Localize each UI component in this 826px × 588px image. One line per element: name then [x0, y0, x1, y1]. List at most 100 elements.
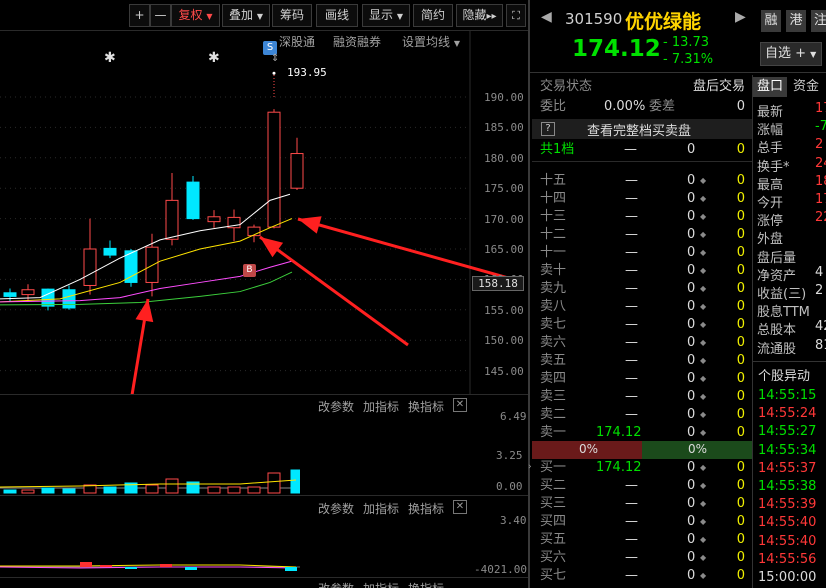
buy-level-row[interactable]: 买三 — 0 0 ◆ — [532, 495, 753, 513]
anomaly-time[interactable]: 14:55:40 — [758, 534, 816, 549]
candle-body — [145, 246, 159, 283]
quote-label: 最新 — [757, 105, 784, 120]
buy-level-row[interactable]: 买七 — 0 0 ◆ — [532, 567, 753, 585]
quote-value: 4 — [815, 264, 824, 280]
vol-tune-link[interactable]: 改参数 — [318, 398, 354, 415]
sell-level-row[interactable]: 卖二 — 0 0 ◆ — [532, 406, 753, 424]
level-price: — — [625, 299, 638, 314]
anomaly-time[interactable]: 14:55:37 — [758, 461, 816, 476]
quote-value: 2 — [815, 137, 824, 153]
sell-level-row[interactable]: 十五 — 0 0 ◆ — [532, 172, 753, 190]
b-badge[interactable]: B — [243, 264, 256, 277]
dot-icon: ◆ — [700, 481, 707, 490]
level-label: 卖六 — [540, 335, 567, 350]
prev-stock-icon[interactable]: ◀ — [541, 9, 552, 25]
display-dropdown[interactable]: 显示 ▼ — [362, 4, 410, 27]
sell-level-row[interactable]: 卖七 — 0 0 ◆ — [532, 316, 753, 334]
margin-badge[interactable]: 融 — [761, 10, 781, 32]
third-tune-link[interactable]: 改参数 — [318, 580, 354, 588]
level-count: 0 — [736, 173, 745, 188]
anomaly-time[interactable]: 14:55:40 — [758, 515, 816, 530]
anomaly-time[interactable]: 14:55:39 — [758, 497, 816, 512]
third-swap-link[interactable]: 换指标 — [408, 580, 444, 588]
level-count: 0 — [736, 460, 745, 475]
hk-badge[interactable]: 港 — [786, 10, 806, 32]
sell-level-row[interactable]: 十一 — 0 0 ◆ — [532, 244, 753, 262]
dot-icon: ◆ — [700, 356, 707, 365]
y-tick-label: 170.00 — [484, 212, 524, 226]
book-divider — [532, 161, 753, 162]
expand-icon[interactable]: ⛶ — [506, 4, 526, 27]
help-icon[interactable]: ? — [541, 122, 555, 136]
view-full-book-row[interactable]: ? 查看完整档买卖盘 — [532, 119, 753, 139]
macd-bars — [0, 562, 300, 571]
anomaly-time[interactable]: 14:55:15 — [758, 388, 816, 403]
y-tick-label: 185.00 — [484, 121, 524, 135]
buy-level-row[interactable]: 买六 — 0 0 ◆ — [532, 549, 753, 567]
quote-value: 810 — [815, 337, 826, 353]
level-label: 卖二 — [540, 407, 567, 422]
sell-level-row[interactable]: 卖五 — 0 0 ◆ — [532, 352, 753, 370]
display-label: 显示 — [369, 8, 394, 22]
vol-swap-link[interactable]: 换指标 — [408, 398, 444, 415]
vol-tick: 0.00 — [496, 480, 523, 493]
tab-pankou[interactable]: 盘口 — [753, 77, 787, 97]
anomaly-time[interactable]: 14:55:24 — [758, 406, 816, 421]
zoom-out-button[interactable]: — — [150, 4, 171, 27]
quote-value: 24 — [815, 155, 826, 171]
kline-chart[interactable]: ✱ ✱ ⇕ — [0, 31, 528, 395]
buy-level-row[interactable]: 买四 — 0 0 ◆ — [532, 513, 753, 531]
level-volume: 0 — [687, 263, 696, 278]
close-icon[interactable]: ✕ — [453, 398, 467, 412]
simple-button[interactable]: 简约 — [413, 4, 453, 27]
level-volume: 0 — [687, 281, 696, 296]
level-volume: 0 — [687, 550, 696, 565]
price-change-pct: - 7.31% — [663, 52, 714, 67]
anomaly-time[interactable]: 14:55:34 — [758, 443, 816, 458]
sell-level-row[interactable]: 十四 — 0 0 ◆ — [532, 190, 753, 208]
tab-zijin[interactable]: 资金 — [789, 77, 823, 97]
panel-divider[interactable] — [528, 0, 530, 588]
y-tick-label: 145.00 — [484, 364, 524, 378]
note-badge[interactable]: 注 — [811, 10, 826, 32]
draw-line-button[interactable]: 画线 — [316, 4, 358, 27]
sell-level-row[interactable]: 十三 — 0 0 ◆ — [532, 208, 753, 226]
macd-tick: -4021.00 — [474, 563, 527, 576]
hide-dropdown[interactable]: 隐藏▸▸ — [456, 4, 503, 27]
sell-level-row[interactable]: 十二 — 0 0 ◆ — [532, 226, 753, 244]
level-label: 十五 — [540, 173, 567, 188]
add-watchlist-dropdown[interactable]: 自选 + ▼ — [760, 42, 822, 66]
sell-level-row[interactable]: 卖十 — 0 0 ◆ — [532, 262, 753, 280]
anomaly-time[interactable]: 14:55:27 — [758, 424, 816, 439]
quote-label: 盘后量 — [757, 250, 797, 266]
quote-panel: 盘口 资金 最新17涨幅-7总手2换手*24最高18今开17涨停22外盘盘后量净… — [753, 75, 826, 588]
anomaly-time[interactable]: 14:55:38 — [758, 479, 816, 494]
fuquan-dropdown[interactable]: 复权 ▼ — [171, 4, 220, 27]
sell-level-row[interactable]: 卖九 — 0 0 ◆ — [532, 280, 753, 298]
level-price: — — [625, 532, 638, 547]
sell-level-row[interactable]: 卖四 — 0 0 ◆ — [532, 370, 753, 388]
sell-level-row[interactable]: 卖八 — 0 0 ◆ — [532, 298, 753, 316]
macd-add-link[interactable]: 加指标 — [363, 500, 399, 517]
sell-level-row[interactable]: 卖六 — 0 0 ◆ — [532, 334, 753, 352]
anomaly-time[interactable]: 15:00:00 — [758, 570, 816, 585]
view-full-book-link[interactable]: 查看完整档买卖盘 — [587, 120, 691, 139]
buy-level-row[interactable]: 买一 174.12 0 0 ◆ — [532, 459, 753, 477]
vol-add-link[interactable]: 加指标 — [363, 398, 399, 415]
zoom-in-button[interactable]: + — [129, 4, 150, 27]
volume-bars — [0, 469, 300, 494]
next-stock-icon[interactable]: ▶ — [735, 9, 746, 25]
buy-level-row[interactable]: 买五 — 0 0 ◆ — [532, 531, 753, 549]
third-add-link[interactable]: 加指标 — [363, 580, 399, 588]
chip-button[interactable]: 筹码 — [272, 4, 312, 27]
sell-level-row[interactable]: 卖三 — 0 0 ◆ — [532, 388, 753, 406]
level-label: 卖五 — [540, 353, 567, 368]
buy-level-row[interactable]: 买二 — 0 0 ◆ — [532, 477, 753, 495]
macd-tune-link[interactable]: 改参数 — [318, 500, 354, 517]
macd-swap-link[interactable]: 换指标 — [408, 500, 444, 517]
overlay-dropdown[interactable]: 叠加 ▼ — [222, 4, 270, 27]
anomaly-time[interactable]: 14:55:56 — [758, 552, 816, 567]
macd-top-border — [0, 495, 528, 496]
sell-level-row[interactable]: 卖一 174.12 0 0 ◆ — [532, 424, 753, 442]
close-icon[interactable]: ✕ — [453, 500, 467, 514]
